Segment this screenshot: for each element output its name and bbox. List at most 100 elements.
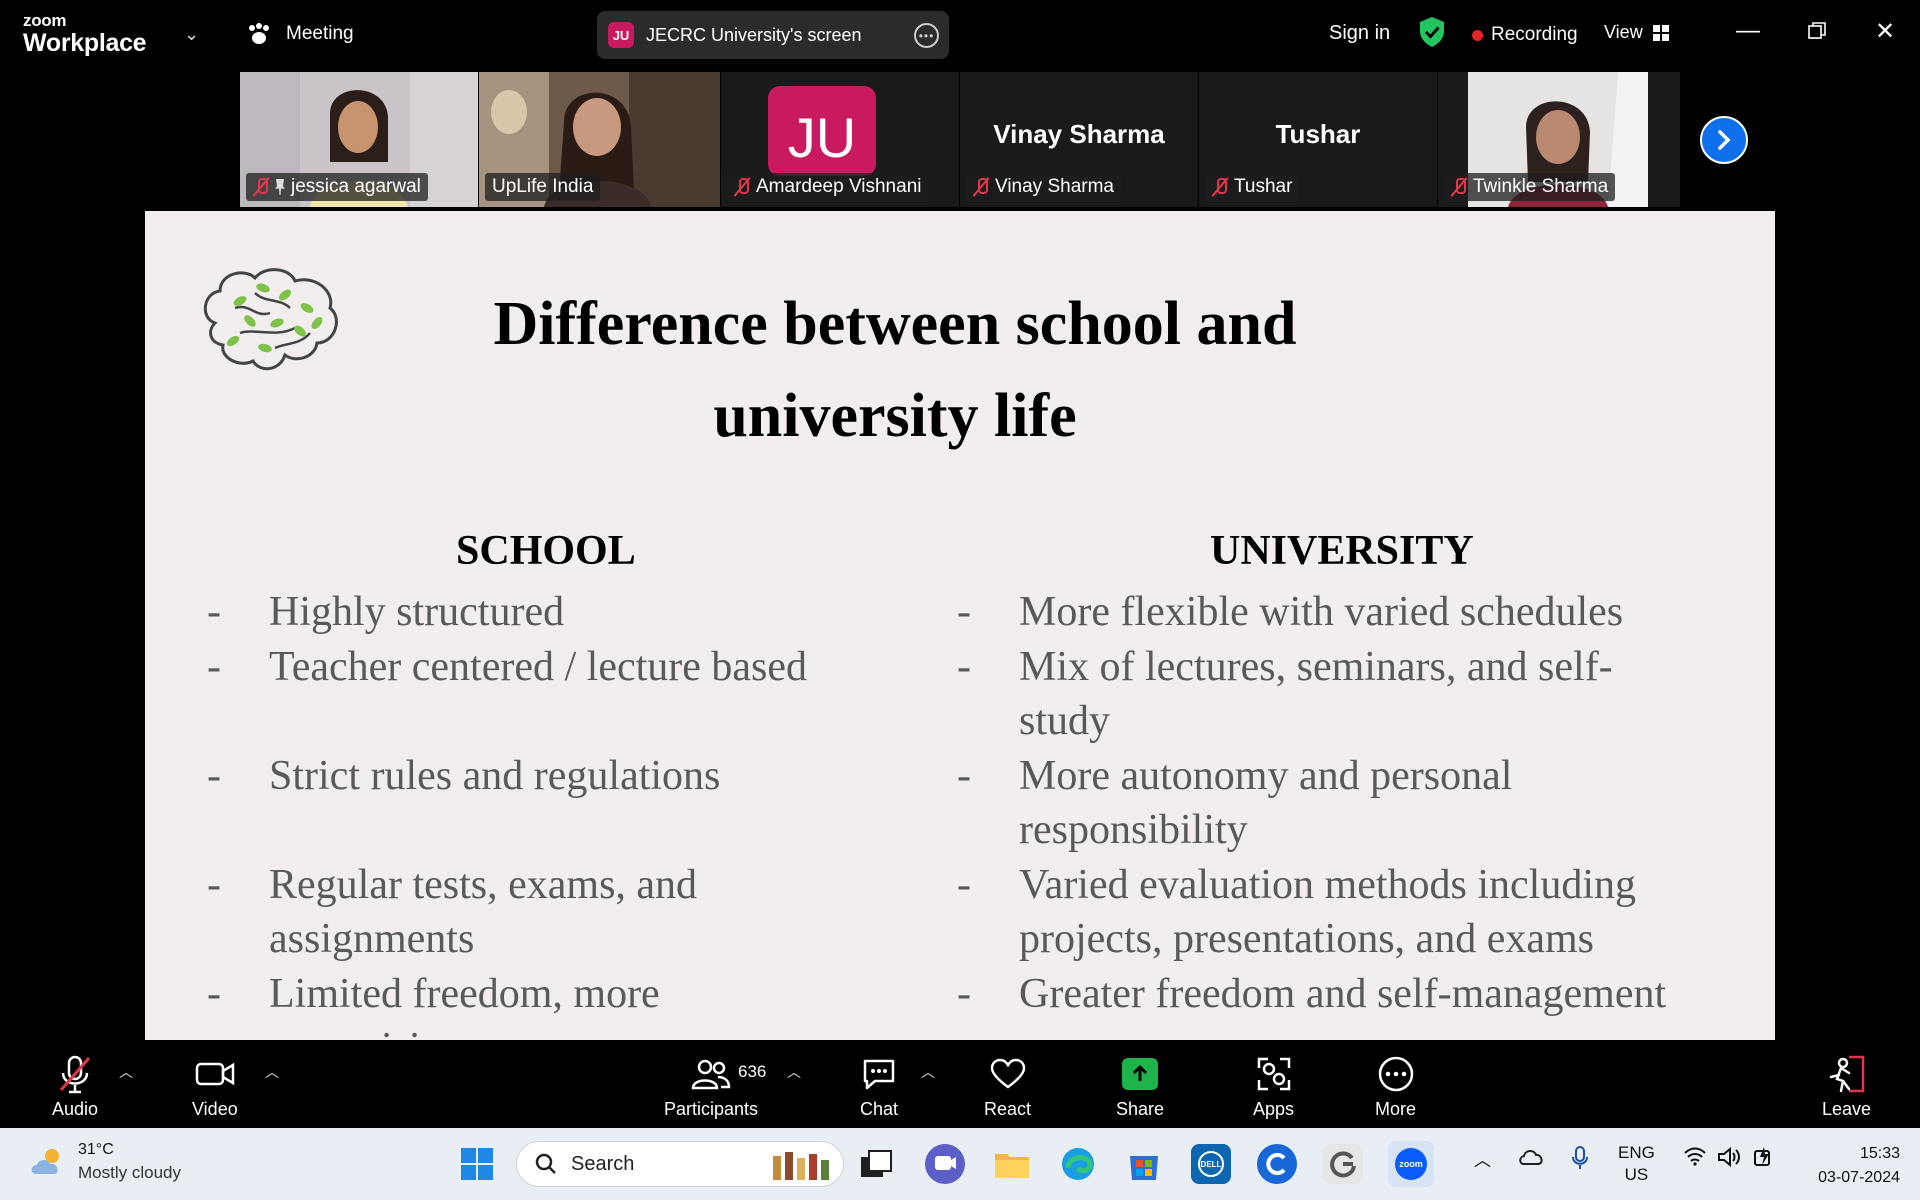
video-options-caret-icon[interactable]: ︿ — [265, 1062, 279, 1082]
participant-name: Twinkle Sharma — [1473, 176, 1609, 197]
c-app-icon[interactable] — [1257, 1144, 1297, 1184]
participants-icon — [691, 1059, 731, 1090]
chat-button[interactable]: Chat — [860, 1052, 898, 1120]
more-label: More — [1375, 1099, 1417, 1119]
list-item: Regular tests, exams, and assignments — [207, 858, 767, 967]
recording-indicator[interactable]: Recording — [1472, 24, 1578, 46]
google-app-icon[interactable] — [1323, 1144, 1363, 1184]
language-bottom: US — [1624, 1165, 1649, 1184]
svg-text:DELL: DELL — [1201, 1160, 1222, 1169]
edge-browser-icon[interactable] — [1058, 1144, 1098, 1184]
zoom-workplace-logo: zoom Workplace — [23, 11, 147, 56]
language-indicator[interactable]: ENG US — [1618, 1142, 1655, 1186]
clock-date: 03-07-2024 — [1818, 1169, 1900, 1186]
sign-in-link[interactable]: Sign in — [1329, 22, 1390, 45]
security-shield-icon[interactable] — [1418, 16, 1446, 48]
heart-icon — [990, 1058, 1025, 1089]
next-page-button[interactable] — [1700, 116, 1748, 164]
list-item: Highly structured — [207, 585, 847, 640]
more-options-icon[interactable]: ••• — [914, 23, 939, 48]
share-screen-button[interactable]: Share — [1116, 1052, 1164, 1120]
audio-options-caret-icon[interactable]: ︿ — [119, 1062, 133, 1082]
windows-taskbar: 31°C Mostly cloudy Search DELL zoom ︿ EN… — [0, 1128, 1920, 1200]
microsoft-store-icon[interactable] — [1124, 1144, 1164, 1184]
participant-name-tag: jessica agarwal — [246, 173, 428, 201]
zoom-taskbar-icon[interactable]: zoom — [1388, 1141, 1434, 1187]
chat-options-caret-icon[interactable]: ︿ — [921, 1062, 935, 1082]
participant-tile[interactable]: jessica agarwal — [240, 72, 478, 207]
close-icon[interactable]: ✕ — [1870, 16, 1900, 46]
participant-name-tag: Twinkle Sharma — [1444, 173, 1616, 201]
pin-icon — [275, 179, 285, 195]
screen-share-label: JECRC University's screen — [646, 24, 862, 45]
participant-tile[interactable]: Vinay Sharma Vinay Sharma — [960, 72, 1198, 207]
more-button[interactable]: More — [1375, 1052, 1416, 1120]
chevron-down-icon[interactable]: ⌄ — [184, 24, 199, 45]
list-item: Teacher centered / lecture based — [207, 640, 847, 695]
leave-button[interactable]: Leave — [1822, 1052, 1871, 1120]
minimize-icon[interactable]: — — [1733, 16, 1763, 46]
task-view-icon[interactable] — [856, 1144, 896, 1184]
video-button[interactable]: Video — [192, 1052, 238, 1120]
microphone-muted-icon — [59, 1055, 91, 1094]
temperature: 31°C — [78, 1141, 114, 1158]
react-label: React — [984, 1099, 1032, 1119]
teams-chat-icon[interactable] — [925, 1144, 965, 1184]
language-top: ENG — [1618, 1143, 1655, 1162]
screen-share-pill[interactable]: JU JECRC University's screen ••• — [597, 11, 949, 59]
participant-name: Tushar — [1234, 176, 1293, 197]
dell-app-icon[interactable]: DELL — [1191, 1144, 1231, 1184]
meeting-menu[interactable]: Meeting — [246, 22, 354, 46]
brand-top: zoom — [23, 11, 67, 30]
restore-icon[interactable] — [1802, 16, 1832, 46]
university-list: More flexible with varied schedules Mix … — [957, 585, 1757, 1021]
view-button[interactable]: View — [1604, 22, 1669, 43]
file-explorer-icon[interactable] — [992, 1144, 1032, 1184]
show-hidden-icons[interactable]: ︿ — [1474, 1146, 1491, 1171]
mic-muted-icon — [734, 177, 750, 197]
system-clock[interactable]: 15:33 03-07-2024 — [1800, 1142, 1900, 1190]
windows-start-icon[interactable] — [457, 1144, 497, 1184]
participant-tile[interactable]: JU Amardeep Vishnani — [721, 72, 959, 207]
mic-muted-icon — [1212, 177, 1228, 197]
participant-tile[interactable]: Twinkle Sharma — [1438, 72, 1680, 207]
view-label: View — [1604, 22, 1643, 42]
apps-button[interactable]: Apps — [1253, 1052, 1294, 1120]
search-icon — [535, 1153, 556, 1174]
school-heading: SCHOOL — [456, 528, 636, 574]
taskbar-search[interactable]: Search — [516, 1141, 844, 1187]
volume-icon[interactable] — [1717, 1146, 1741, 1173]
shared-screen-slide: Difference between school and university… — [145, 211, 1775, 1040]
audio-button[interactable]: Audio — [52, 1052, 98, 1120]
onedrive-cloud-icon[interactable] — [1518, 1146, 1546, 1173]
list-item: Strict rules and regulations — [207, 749, 847, 804]
participant-display-name: Vinay Sharma — [993, 119, 1165, 149]
participant-display-name: Tushar — [1275, 119, 1361, 149]
participant-tile[interactable]: Tushar Tushar — [1199, 72, 1437, 207]
microphone-icon[interactable] — [1571, 1146, 1589, 1175]
participant-name-tag: Tushar — [1205, 173, 1300, 201]
participant-thumbnail-strip: jessica agarwal UpLife India JU Amardeep… — [240, 72, 1680, 208]
video-label: Video — [192, 1099, 238, 1119]
meeting-paw-icon — [249, 23, 269, 44]
participant-name: Amardeep Vishnani — [756, 176, 922, 197]
participant-name-tag: Vinay Sharma — [966, 173, 1121, 201]
brain-logo-icon — [204, 268, 338, 371]
search-placeholder: Search — [571, 1152, 635, 1175]
share-label: Share — [1116, 1099, 1165, 1119]
wifi-icon[interactable] — [1684, 1146, 1706, 1171]
weather-widget[interactable]: 31°C Mostly cloudy — [28, 1141, 181, 1183]
participant-tile-active-speaker[interactable]: UpLife India — [479, 72, 720, 207]
ju-badge: JU — [608, 22, 634, 48]
meeting-controls-toolbar: Audio ︿ Video ︿ Participants 636 ︿ Chat … — [0, 1040, 1920, 1128]
react-button[interactable]: React — [984, 1052, 1031, 1120]
list-item: More flexible with varied schedules — [957, 585, 1757, 640]
list-item: Limited freedom, more supervision — [207, 967, 767, 1041]
university-heading: UNIVERSITY — [1210, 528, 1474, 574]
participant-name-tag: Amardeep Vishnani — [727, 173, 929, 201]
participant-name-tag: UpLife India — [485, 173, 601, 201]
clock-time: 15:33 — [1859, 1145, 1900, 1162]
battery-charging-icon[interactable] — [1752, 1146, 1776, 1173]
partly-cloudy-icon — [31, 1149, 59, 1174]
participants-options-caret-icon[interactable]: ︿ — [787, 1062, 801, 1082]
